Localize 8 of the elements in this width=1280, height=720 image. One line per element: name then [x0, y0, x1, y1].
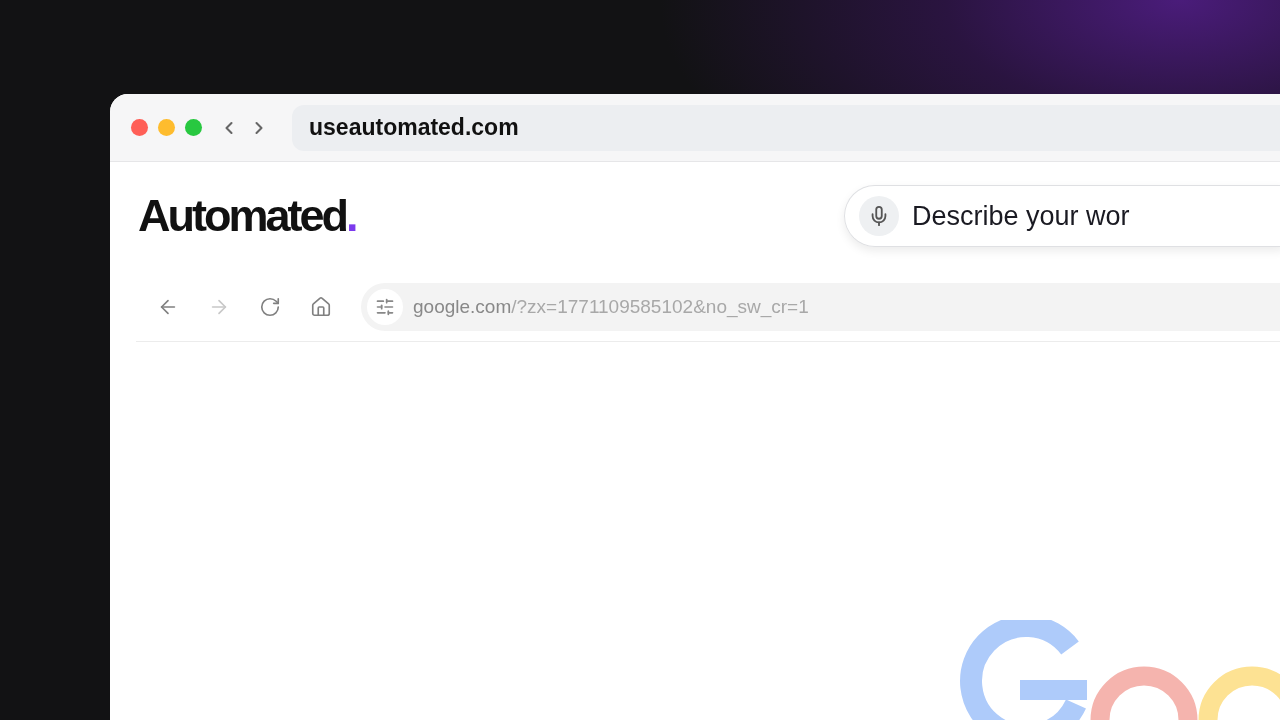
logo: Automated.: [138, 190, 356, 242]
microphone-icon[interactable]: [859, 196, 899, 236]
zoom-icon[interactable]: [185, 119, 202, 136]
home-icon: [310, 296, 332, 318]
sliders-icon[interactable]: [367, 289, 403, 325]
address-bar[interactable]: useautomated.com: [292, 104, 1280, 151]
close-icon[interactable]: [131, 119, 148, 136]
reload-icon: [259, 296, 281, 318]
